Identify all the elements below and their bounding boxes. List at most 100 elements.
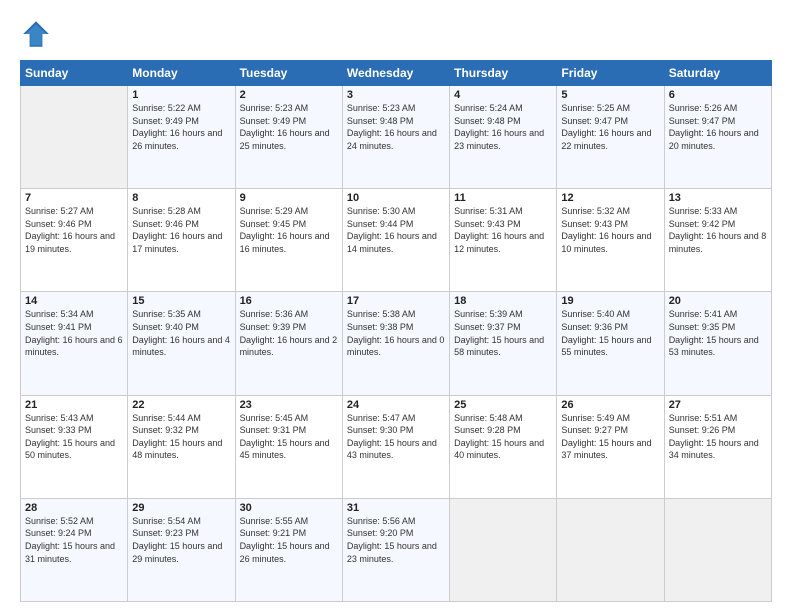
day-cell: 4Sunrise: 5:24 AM Sunset: 9:48 PM Daylig…	[450, 86, 557, 189]
day-detail: Sunrise: 5:34 AM Sunset: 9:41 PM Dayligh…	[25, 308, 123, 358]
day-cell: 27Sunrise: 5:51 AM Sunset: 9:26 PM Dayli…	[664, 395, 771, 498]
day-detail: Sunrise: 5:41 AM Sunset: 9:35 PM Dayligh…	[669, 308, 767, 358]
day-number: 10	[347, 192, 445, 204]
day-number: 27	[669, 399, 767, 411]
day-detail: Sunrise: 5:51 AM Sunset: 9:26 PM Dayligh…	[669, 412, 767, 462]
day-number: 23	[240, 399, 338, 411]
day-number: 17	[347, 295, 445, 307]
day-cell: 16Sunrise: 5:36 AM Sunset: 9:39 PM Dayli…	[235, 292, 342, 395]
day-cell: 29Sunrise: 5:54 AM Sunset: 9:23 PM Dayli…	[128, 498, 235, 601]
day-cell: 11Sunrise: 5:31 AM Sunset: 9:43 PM Dayli…	[450, 189, 557, 292]
day-cell: 26Sunrise: 5:49 AM Sunset: 9:27 PM Dayli…	[557, 395, 664, 498]
day-number: 6	[669, 89, 767, 101]
day-cell: 2Sunrise: 5:23 AM Sunset: 9:49 PM Daylig…	[235, 86, 342, 189]
page: SundayMondayTuesdayWednesdayThursdayFrid…	[0, 0, 792, 612]
day-cell: 3Sunrise: 5:23 AM Sunset: 9:48 PM Daylig…	[342, 86, 449, 189]
day-number: 30	[240, 502, 338, 514]
day-detail: Sunrise: 5:27 AM Sunset: 9:46 PM Dayligh…	[25, 205, 123, 255]
day-cell: 31Sunrise: 5:56 AM Sunset: 9:20 PM Dayli…	[342, 498, 449, 601]
day-detail: Sunrise: 5:26 AM Sunset: 9:47 PM Dayligh…	[669, 102, 767, 152]
day-number: 2	[240, 89, 338, 101]
day-detail: Sunrise: 5:49 AM Sunset: 9:27 PM Dayligh…	[561, 412, 659, 462]
day-cell: 23Sunrise: 5:45 AM Sunset: 9:31 PM Dayli…	[235, 395, 342, 498]
day-detail: Sunrise: 5:28 AM Sunset: 9:46 PM Dayligh…	[132, 205, 230, 255]
day-cell: 30Sunrise: 5:55 AM Sunset: 9:21 PM Dayli…	[235, 498, 342, 601]
day-number: 18	[454, 295, 552, 307]
day-number: 12	[561, 192, 659, 204]
day-number: 24	[347, 399, 445, 411]
week-row-1: 1Sunrise: 5:22 AM Sunset: 9:49 PM Daylig…	[21, 86, 772, 189]
day-number: 19	[561, 295, 659, 307]
col-header-monday: Monday	[128, 61, 235, 86]
col-header-friday: Friday	[557, 61, 664, 86]
day-cell: 15Sunrise: 5:35 AM Sunset: 9:40 PM Dayli…	[128, 292, 235, 395]
day-number: 15	[132, 295, 230, 307]
day-cell: 28Sunrise: 5:52 AM Sunset: 9:24 PM Dayli…	[21, 498, 128, 601]
day-detail: Sunrise: 5:55 AM Sunset: 9:21 PM Dayligh…	[240, 515, 338, 565]
day-cell: 5Sunrise: 5:25 AM Sunset: 9:47 PM Daylig…	[557, 86, 664, 189]
day-number: 14	[25, 295, 123, 307]
day-detail: Sunrise: 5:35 AM Sunset: 9:40 PM Dayligh…	[132, 308, 230, 358]
day-number: 21	[25, 399, 123, 411]
day-cell: 13Sunrise: 5:33 AM Sunset: 9:42 PM Dayli…	[664, 189, 771, 292]
day-cell: 25Sunrise: 5:48 AM Sunset: 9:28 PM Dayli…	[450, 395, 557, 498]
day-cell	[664, 498, 771, 601]
day-cell: 24Sunrise: 5:47 AM Sunset: 9:30 PM Dayli…	[342, 395, 449, 498]
day-number: 22	[132, 399, 230, 411]
day-detail: Sunrise: 5:39 AM Sunset: 9:37 PM Dayligh…	[454, 308, 552, 358]
day-detail: Sunrise: 5:52 AM Sunset: 9:24 PM Dayligh…	[25, 515, 123, 565]
day-cell: 22Sunrise: 5:44 AM Sunset: 9:32 PM Dayli…	[128, 395, 235, 498]
day-cell	[450, 498, 557, 601]
week-row-3: 14Sunrise: 5:34 AM Sunset: 9:41 PM Dayli…	[21, 292, 772, 395]
day-detail: Sunrise: 5:29 AM Sunset: 9:45 PM Dayligh…	[240, 205, 338, 255]
week-row-2: 7Sunrise: 5:27 AM Sunset: 9:46 PM Daylig…	[21, 189, 772, 292]
calendar-table: SundayMondayTuesdayWednesdayThursdayFrid…	[20, 60, 772, 602]
day-number: 5	[561, 89, 659, 101]
day-cell	[21, 86, 128, 189]
day-cell: 6Sunrise: 5:26 AM Sunset: 9:47 PM Daylig…	[664, 86, 771, 189]
day-cell: 19Sunrise: 5:40 AM Sunset: 9:36 PM Dayli…	[557, 292, 664, 395]
day-detail: Sunrise: 5:24 AM Sunset: 9:48 PM Dayligh…	[454, 102, 552, 152]
day-detail: Sunrise: 5:40 AM Sunset: 9:36 PM Dayligh…	[561, 308, 659, 358]
day-number: 16	[240, 295, 338, 307]
day-detail: Sunrise: 5:45 AM Sunset: 9:31 PM Dayligh…	[240, 412, 338, 462]
day-number: 3	[347, 89, 445, 101]
col-header-thursday: Thursday	[450, 61, 557, 86]
day-detail: Sunrise: 5:38 AM Sunset: 9:38 PM Dayligh…	[347, 308, 445, 358]
day-cell: 14Sunrise: 5:34 AM Sunset: 9:41 PM Dayli…	[21, 292, 128, 395]
day-detail: Sunrise: 5:44 AM Sunset: 9:32 PM Dayligh…	[132, 412, 230, 462]
day-cell: 10Sunrise: 5:30 AM Sunset: 9:44 PM Dayli…	[342, 189, 449, 292]
day-detail: Sunrise: 5:32 AM Sunset: 9:43 PM Dayligh…	[561, 205, 659, 255]
day-cell: 18Sunrise: 5:39 AM Sunset: 9:37 PM Dayli…	[450, 292, 557, 395]
day-detail: Sunrise: 5:22 AM Sunset: 9:49 PM Dayligh…	[132, 102, 230, 152]
day-number: 25	[454, 399, 552, 411]
day-number: 11	[454, 192, 552, 204]
day-number: 26	[561, 399, 659, 411]
day-detail: Sunrise: 5:43 AM Sunset: 9:33 PM Dayligh…	[25, 412, 123, 462]
day-detail: Sunrise: 5:33 AM Sunset: 9:42 PM Dayligh…	[669, 205, 767, 255]
day-number: 8	[132, 192, 230, 204]
day-number: 4	[454, 89, 552, 101]
day-detail: Sunrise: 5:30 AM Sunset: 9:44 PM Dayligh…	[347, 205, 445, 255]
header-row: SundayMondayTuesdayWednesdayThursdayFrid…	[21, 61, 772, 86]
header	[20, 18, 772, 50]
logo-icon	[20, 18, 52, 50]
day-detail: Sunrise: 5:23 AM Sunset: 9:48 PM Dayligh…	[347, 102, 445, 152]
day-cell: 9Sunrise: 5:29 AM Sunset: 9:45 PM Daylig…	[235, 189, 342, 292]
logo	[20, 18, 56, 50]
day-number: 29	[132, 502, 230, 514]
day-detail: Sunrise: 5:25 AM Sunset: 9:47 PM Dayligh…	[561, 102, 659, 152]
day-number: 7	[25, 192, 123, 204]
day-cell: 17Sunrise: 5:38 AM Sunset: 9:38 PM Dayli…	[342, 292, 449, 395]
week-row-5: 28Sunrise: 5:52 AM Sunset: 9:24 PM Dayli…	[21, 498, 772, 601]
col-header-tuesday: Tuesday	[235, 61, 342, 86]
day-detail: Sunrise: 5:36 AM Sunset: 9:39 PM Dayligh…	[240, 308, 338, 358]
day-cell: 21Sunrise: 5:43 AM Sunset: 9:33 PM Dayli…	[21, 395, 128, 498]
week-row-4: 21Sunrise: 5:43 AM Sunset: 9:33 PM Dayli…	[21, 395, 772, 498]
day-cell: 20Sunrise: 5:41 AM Sunset: 9:35 PM Dayli…	[664, 292, 771, 395]
day-cell: 8Sunrise: 5:28 AM Sunset: 9:46 PM Daylig…	[128, 189, 235, 292]
day-number: 9	[240, 192, 338, 204]
day-detail: Sunrise: 5:23 AM Sunset: 9:49 PM Dayligh…	[240, 102, 338, 152]
day-detail: Sunrise: 5:48 AM Sunset: 9:28 PM Dayligh…	[454, 412, 552, 462]
day-detail: Sunrise: 5:47 AM Sunset: 9:30 PM Dayligh…	[347, 412, 445, 462]
